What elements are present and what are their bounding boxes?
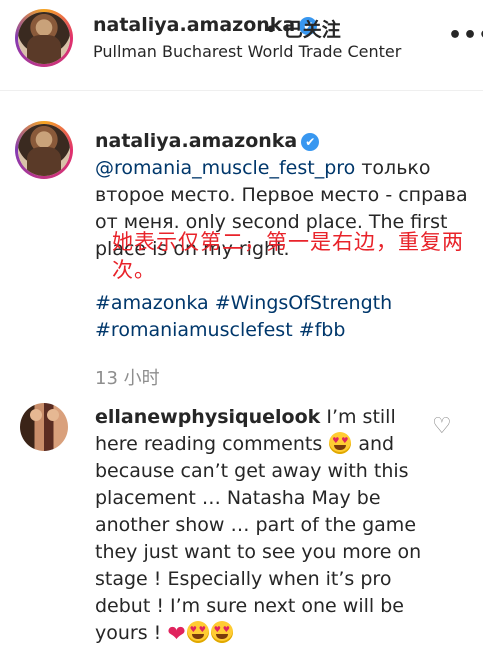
more-options-icon[interactable]: ••• bbox=[448, 24, 483, 48]
caption-avatar[interactable] bbox=[15, 121, 73, 179]
comment-text: ellanewphysiquelook I’m still here readi… bbox=[95, 404, 425, 647]
heart-eyes-emoji: ♥ ♥ bbox=[210, 621, 233, 643]
comment-message-part-2: and because can’t get away with this pla… bbox=[95, 433, 422, 644]
post-header: nataliya.amazonka ✔ • 已关注 Pullman Buchare… bbox=[0, 0, 483, 90]
location-link[interactable]: Pullman Bucharest World Trade Center bbox=[93, 42, 401, 61]
profile-photo bbox=[18, 12, 70, 64]
commenter-username[interactable]: ellanewphysiquelook bbox=[95, 406, 320, 428]
commenter-avatar[interactable] bbox=[20, 403, 68, 451]
caption-username[interactable]: nataliya.amazonka bbox=[95, 130, 297, 152]
hashtag-link[interactable]: #amazonka bbox=[95, 292, 209, 314]
hashtag-list: #amazonka #WingsOfStrength #romaniamuscl… bbox=[95, 290, 475, 344]
caption-profile-photo bbox=[18, 124, 70, 176]
verified-icon: ✔ bbox=[301, 133, 320, 151]
hashtag-link[interactable]: #romaniamusclefest bbox=[95, 319, 293, 341]
profile-avatar[interactable] bbox=[15, 9, 73, 67]
follow-status[interactable]: • 已关注 bbox=[265, 15, 341, 42]
hashtag-link[interactable]: #fbb bbox=[299, 319, 346, 341]
heart-eyes-emoji: ♥ ♥ bbox=[329, 432, 352, 454]
post-timestamp[interactable]: 13 小时 bbox=[95, 364, 160, 390]
header-divider bbox=[0, 90, 483, 91]
hashtag-link[interactable]: #WingsOfStrength bbox=[215, 292, 392, 314]
red-heart-emoji: ❤ bbox=[167, 622, 186, 647]
overlay-annotation: 她表示仅第二，第一是右边，重复两次。 bbox=[112, 230, 464, 282]
like-comment-icon[interactable]: ♡ bbox=[432, 416, 454, 438]
heart-eyes-emoji: ♥ ♥ bbox=[186, 621, 209, 643]
mention-link[interactable]: @romania_muscle_fest_pro bbox=[95, 157, 355, 179]
